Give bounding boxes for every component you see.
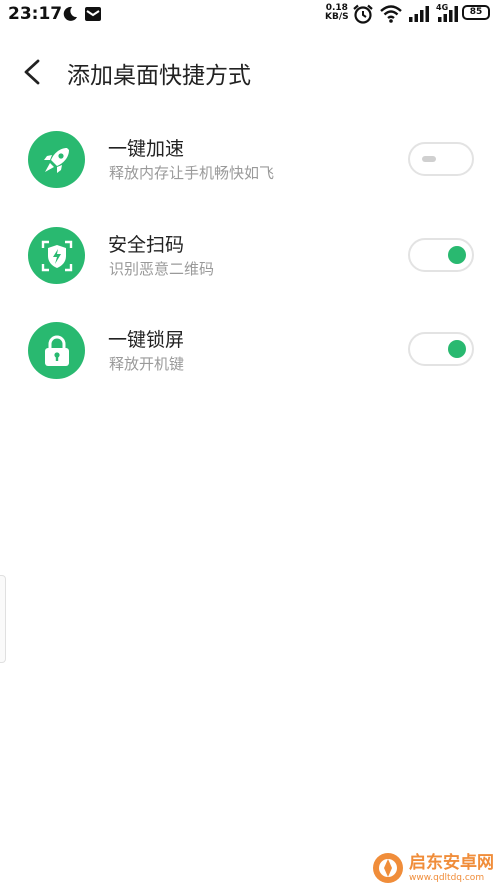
toggle-knob (448, 340, 466, 358)
net-speed-unit: KB/S (325, 12, 349, 22)
shortcut-title: 一键加速 (108, 138, 185, 160)
toggle-switch-off[interactable] (408, 142, 474, 176)
alarm-icon (352, 4, 374, 28)
shortcut-row-speedup[interactable]: 一键加速 释放内存让手机畅快如飞 (0, 112, 500, 208)
chevron-left-icon (24, 59, 40, 85)
status-bar: 23:17 0.18 KB/S 4G 85 (0, 0, 500, 30)
mail-icon (84, 6, 102, 26)
watermark-url: www.qdltdq.com (409, 872, 485, 883)
battery-icon: 85 (462, 5, 490, 20)
watermark-name: 启东安卓网 (409, 852, 494, 873)
signal-4g-icon (437, 6, 459, 26)
page-title: 添加桌面快捷方式 (67, 63, 251, 89)
shield-scan-icon (28, 227, 85, 284)
toggle-switch-on[interactable] (408, 238, 474, 272)
rocket-icon (28, 131, 85, 188)
watermark-text: 启东安卓网 www.qdltdq.com (409, 852, 494, 883)
lock-icon (28, 322, 85, 379)
moon-icon (62, 6, 78, 26)
toggle-switch-on[interactable] (408, 332, 474, 366)
back-button[interactable] (18, 56, 48, 88)
toggle-knob (448, 246, 466, 264)
screen: 23:17 0.18 KB/S 4G 85 添加桌面快捷方式 一键加速 释放内存… (0, 0, 500, 889)
status-time: 23:17 (8, 4, 63, 24)
shortcut-row-scan[interactable]: 安全扫码 识别恶意二维码 (0, 208, 500, 304)
shortcut-row-lock[interactable]: 一键锁屏 释放开机键 (0, 304, 500, 400)
edge-drag-handle[interactable] (0, 575, 6, 663)
net-speed: 0.18 KB/S (325, 4, 349, 22)
watermark: 启东安卓网 www.qdltdq.com (371, 851, 494, 885)
watermark-logo-icon (373, 853, 403, 883)
shortcut-subtitle: 识别恶意二维码 (109, 260, 215, 278)
shortcut-title: 安全扫码 (108, 234, 185, 256)
toggle-off-indicator (422, 156, 436, 162)
signal-icon (408, 6, 430, 26)
app-header: 添加桌面快捷方式 (0, 50, 500, 94)
shortcut-subtitle: 释放内存让手机畅快如飞 (109, 164, 275, 182)
wifi-icon (380, 5, 402, 27)
shortcut-title: 一键锁屏 (108, 329, 185, 351)
shortcut-subtitle: 释放开机键 (109, 355, 185, 373)
